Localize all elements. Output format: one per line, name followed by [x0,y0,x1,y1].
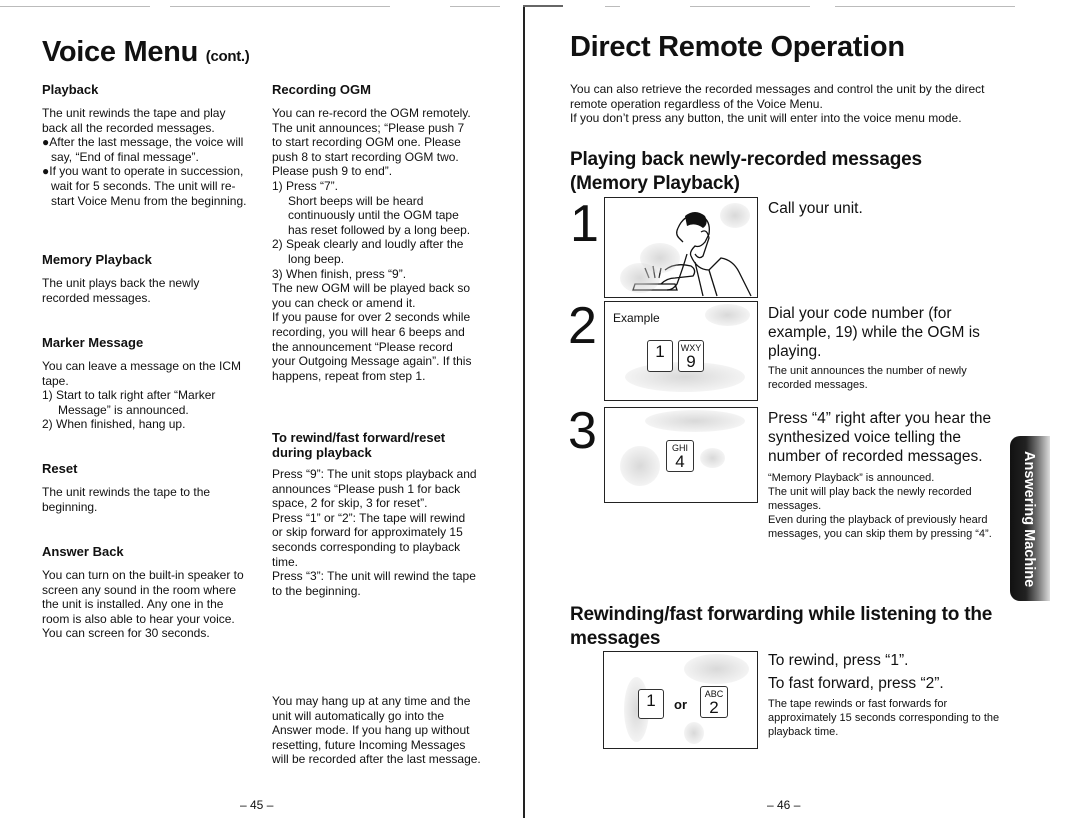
keypad-key-2: ABC 2 [700,686,728,718]
step-item: 2) When finished, hang up. [42,417,186,432]
section-heading: Answer Back [42,544,124,559]
section-memory-playback: Memory Playback The unit plays back the … [42,252,247,305]
scan-edge-line [170,6,390,7]
section-text: The unit rewinds the tape and play back … [42,106,226,135]
section-marker-message: Marker Message You can leave a message o… [42,335,247,432]
page-title-right: Direct Remote Operation [570,31,905,63]
section-heading: Marker Message [42,335,144,350]
section-reset: Reset The unit rewinds the tape to the b… [42,461,247,514]
step-item: 1) Start to talk right after “Marker Mes… [42,388,216,417]
step-note: The unit announces the number of newly r… [768,365,967,391]
bullet-item: ●If you want to operate in succession, w… [42,164,247,208]
section-text: You can re-record the OGM remotely. The … [272,106,471,179]
page-number-right: – 46 – [767,798,801,812]
section-rewind-ff-reset: To rewind/fast forward/reset during play… [272,430,477,598]
step-note: Even during the playback of previously h… [768,514,992,540]
step-item: 2) Speak clearly and loudly after the lo… [272,237,464,266]
rewind-instruction: To rewind, press “1”. [768,652,909,669]
scan-edge-line [690,6,810,7]
section-playback: Playback The unit rewinds the tape and p… [42,82,247,208]
scan-edge-line [835,6,1015,7]
step-number: 1 [570,195,599,253]
step-item: 1) Press “7”. [272,178,339,193]
step-instruction: Press “4” right after you hear the synth… [768,410,992,465]
illustration-key-4: GHI 4 [604,407,758,503]
page-spine-top [523,5,563,7]
intro-paragraph: If you don’t press any button, the unit … [570,111,962,126]
step-notes: “Memory Playback” is announced. The unit… [768,471,993,541]
page-spine [523,6,525,818]
bullet-item: ●After the last message, the voice will … [42,135,244,164]
step-number: 2 [568,297,597,355]
step-note: The unit will play back the newly record… [768,486,972,512]
keypad-key-1: 1 [647,340,673,372]
rewind-note: The tape rewinds or fast forwards for ap… [768,698,1000,738]
step-number: 3 [568,402,597,460]
section-text: The unit plays back the newly recorded m… [42,276,200,305]
page-number-left: – 45 – [240,798,274,812]
step-instruction: Call your unit. [768,200,863,217]
scan-edge-line [450,6,500,7]
section-answer-back: Answer Back You can turn on the built-in… [42,544,247,641]
section-text: You can turn on the built-in speaker to … [42,568,244,641]
section-heading-memory-playback: Playing back newly-recorded messages (Me… [570,149,922,194]
scan-edge-line [605,6,620,7]
side-tab-label: Answering Machine [1021,450,1037,588]
title-suffix: (cont.) [205,48,250,65]
keypad-key-1: 1 [638,689,664,719]
section-heading: To rewind/fast forward/reset during play… [272,430,446,460]
fast-forward-instruction: To fast forward, press “2”. [768,675,944,692]
or-label: or [674,697,687,712]
section-text: You can leave a message on the ICM tape. [42,359,242,388]
title-text: Voice Menu [42,36,198,68]
illus-label: Example [613,311,660,325]
section-heading: Playback [42,82,99,97]
section-text: If you pause for over 2 seconds while re… [272,310,472,383]
intro-text: You can also retrieve the recorded messa… [570,82,990,126]
section-heading: Recording OGM [272,82,371,97]
section-heading: Memory Playback [42,252,152,267]
keypad-key-9: WXY 9 [678,340,704,372]
scan-edge-line [0,6,150,7]
section-heading-rewinding: Rewinding/fast forwarding while listenin… [570,604,993,649]
step-note: “Memory Playback” is announced. [768,472,935,484]
intro-paragraph: You can also retrieve the recorded messa… [570,82,985,111]
section-text: Press “9”: The unit stops playback and a… [272,467,477,511]
step-item: 3) When finish, press “9”. [272,266,407,281]
illustration-man-calling [604,197,758,298]
step-detail: Short beeps will be heard continuously u… [288,193,471,237]
section-text: The unit rewinds the tape to the beginni… [42,485,211,514]
illustration-rewind-keys: 1 or ABC 2 [603,651,758,749]
page-title-left: Voice Menu (cont.) [42,36,250,69]
keypad-key-4: GHI 4 [666,440,694,472]
section-heading: Reset [42,461,78,476]
illustration-example-keys: Example 1 WXY 9 [604,301,758,401]
step-instruction: Dial your code number (for example, 19) … [768,305,980,360]
section-text: Press “3”: The unit will rewind the tape… [272,569,476,598]
section-recording-ogm: Recording OGM You can re-record the OGM … [272,82,477,383]
hang-up-note: You may hang up at any time and the unit… [272,694,481,767]
section-text: Press “1” or “2”: The tape will rewind o… [272,510,466,569]
section-text: The new OGM will be played back so you c… [272,281,471,310]
